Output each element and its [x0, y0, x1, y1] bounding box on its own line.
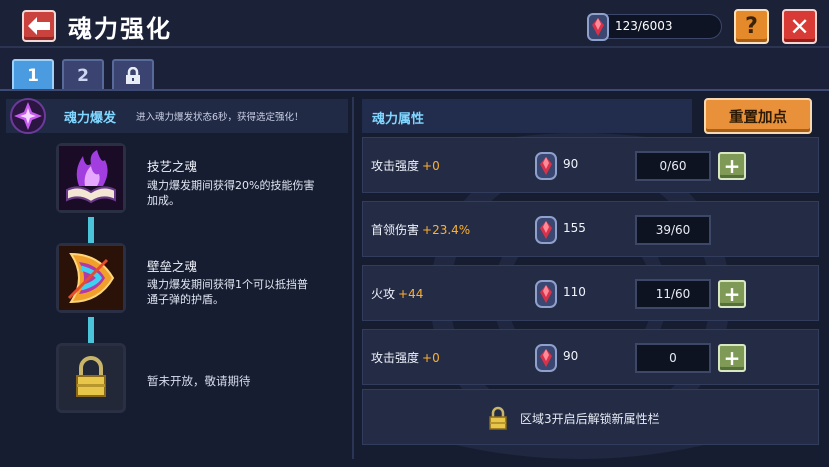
skill-slot-1[interactable]	[56, 143, 126, 213]
soul-attributes-panel: 魂力属性 重置加点 攻击强度 +0 90 0/60 + 首领伤害 +23.4% 15…	[356, 91, 829, 467]
attribute-cost: 110	[563, 285, 586, 299]
question-icon: ?	[745, 14, 758, 39]
burst-header: 魂力爆发 进入魂力爆发状态6秒，获得选定强化！	[6, 98, 348, 134]
tab-locked[interactable]	[112, 59, 154, 90]
close-icon: ✕	[789, 12, 810, 41]
attributes-title: 魂力属性	[372, 112, 425, 127]
soul-burst-panel: 魂力爆发 进入魂力爆发状态6秒，获得选定强化！ 技艺之魂 魂力爆发期间获得20%…	[0, 91, 352, 467]
content-area: 魂力爆发 进入魂力爆发状态6秒，获得选定强化！ 技艺之魂 魂力爆发期间获得20%…	[0, 89, 829, 467]
burst-title: 魂力爆发	[64, 111, 117, 126]
arrow-left-icon	[28, 17, 50, 35]
attribute-level: 0	[635, 343, 711, 373]
lock-icon	[126, 66, 140, 84]
skill-connector	[88, 217, 94, 243]
soul-gem-icon	[587, 13, 609, 41]
add-point-button[interactable]: +	[718, 152, 746, 180]
plus-icon: +	[723, 346, 741, 370]
add-point-button[interactable]: +	[718, 344, 746, 372]
panel-divider	[352, 97, 354, 459]
plus-icon: +	[723, 154, 741, 178]
skill-slot-locked[interactable]	[56, 343, 126, 413]
attribute-level: 0/60	[635, 151, 711, 181]
attribute-name: 攻击强度	[371, 159, 420, 173]
attribute-row: 首领伤害 +23.4% 155 39/60	[362, 201, 819, 257]
skill-description-line: 通子弹的护盾。	[147, 293, 224, 306]
soul-gem-icon	[535, 344, 557, 372]
skill-description: 魂力爆发期间获得20%的技能伤害 加成。	[147, 178, 352, 208]
tab-1[interactable]: 1	[12, 59, 54, 90]
reset-points-button[interactable]: 重置加点	[704, 98, 812, 134]
skill-description-line: 魂力爆发期间获得20%的技能伤害	[147, 179, 315, 192]
skill-description-line: 魂力爆发期间获得1个可以抵挡普	[147, 278, 308, 291]
skill-slot-2[interactable]	[56, 243, 126, 313]
attribute-label: 攻击强度 +0	[371, 157, 440, 174]
shield-bow-icon	[59, 246, 123, 310]
back-button[interactable]	[22, 10, 56, 42]
attribute-cost: 90	[563, 349, 579, 363]
soul-gem-icon	[535, 152, 557, 180]
tab-label: 1	[27, 65, 39, 86]
locked-skill-text: 暂未开放，敬请期待	[147, 374, 251, 388]
help-button[interactable]: ?	[734, 9, 769, 44]
unlock-hint-text: 区域3开启后解锁新属性栏	[520, 412, 660, 426]
attribute-name: 首领伤害	[371, 223, 420, 237]
attribute-level: 11/60	[635, 279, 711, 309]
close-button[interactable]: ✕	[782, 9, 817, 44]
attribute-cost: 155	[563, 221, 586, 235]
attribute-bonus: +44	[398, 287, 424, 301]
skill-name: 壁垒之魂	[147, 259, 198, 274]
attributes-header: 魂力属性	[362, 99, 692, 133]
lock-icon	[489, 406, 507, 430]
locked-attribute-row: 区域3开启后解锁新属性栏	[362, 389, 819, 445]
attribute-name: 火攻	[371, 287, 396, 301]
purple-flame-book-icon	[59, 146, 123, 210]
page-title: 魂力强化	[68, 15, 172, 43]
lock-icon	[76, 356, 106, 397]
add-point-button[interactable]: +	[718, 280, 746, 308]
top-bar: 魂力强化 123/6003 ? ✕	[0, 0, 829, 48]
skill-description: 魂力爆发期间获得1个可以抵挡普 通子弹的护盾。	[147, 277, 352, 307]
attribute-bonus: +0	[422, 351, 440, 365]
attribute-row: 攻击强度 +0 90 0/60 +	[362, 137, 819, 193]
currency-value: 123/6003	[615, 19, 673, 33]
tab-label: 2	[77, 65, 89, 86]
attribute-row: 攻击强度 +0 90 0 +	[362, 329, 819, 385]
attribute-label: 首领伤害 +23.4%	[371, 221, 470, 238]
attribute-bonus: +0	[422, 159, 440, 173]
burst-description: 进入魂力爆发状态6秒，获得选定强化！	[136, 112, 304, 123]
attribute-label: 火攻 +44	[371, 285, 423, 302]
attribute-label: 攻击强度 +0	[371, 349, 440, 366]
attribute-cost: 90	[563, 157, 579, 171]
soul-gem-icon	[535, 280, 557, 308]
skill-name: 技艺之魂	[147, 159, 198, 174]
attribute-level: 39/60	[635, 215, 711, 245]
attribute-bonus: +23.4%	[422, 223, 471, 237]
soul-gem-icon	[535, 216, 557, 244]
plus-icon: +	[723, 282, 741, 306]
soul-burst-icon	[10, 98, 46, 134]
attribute-name: 攻击强度	[371, 351, 420, 365]
attribute-row: 火攻 +44 110 11/60 +	[362, 265, 819, 321]
tab-2[interactable]: 2	[62, 59, 104, 90]
skill-description-line: 加成。	[147, 194, 180, 207]
currency-display: 123/6003	[587, 13, 722, 41]
skill-connector	[88, 317, 94, 343]
